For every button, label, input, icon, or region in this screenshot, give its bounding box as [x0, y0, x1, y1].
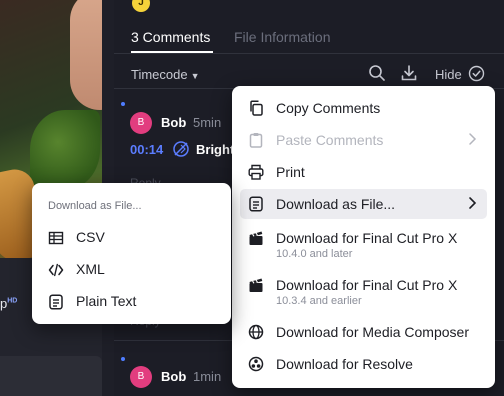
clapperboard-icon: [248, 277, 264, 293]
submenu-item-csv[interactable]: CSV: [40, 222, 223, 252]
clapperboard-icon: [248, 230, 264, 246]
code-icon: [48, 262, 64, 278]
menu-item-label: Download for Final Cut Pro X: [276, 230, 458, 246]
tab-comments[interactable]: 3 Comments: [131, 29, 210, 45]
submenu-item-label: XML: [76, 261, 105, 277]
submenu-item-plain-text[interactable]: Plain Text: [40, 286, 223, 316]
submenu-item-label: Plain Text: [76, 293, 137, 309]
hide-button[interactable]: Hide: [435, 67, 462, 82]
menu-item-download-as-file[interactable]: Download as File...: [240, 189, 487, 219]
menu-item-download-media-composer[interactable]: Download for Media Composer: [240, 317, 487, 347]
menu-item-download-fcpx-old[interactable]: Download for Final Cut Pro X 10.3.4 and …: [240, 270, 487, 314]
avatar: B: [130, 366, 152, 388]
comments-context-menu: Copy Comments Paste Comments Print Downl…: [232, 86, 495, 388]
comment-text: Bright: [196, 142, 235, 157]
video-frame-plant: [30, 110, 100, 190]
resolve-icon: [248, 356, 264, 372]
tabs-divider: [114, 53, 504, 54]
annotation-icon: [172, 140, 190, 163]
submenu-item-label: CSV: [76, 229, 105, 245]
menu-item-copy-comments[interactable]: Copy Comments: [240, 93, 487, 123]
hd-badge: HD: [7, 297, 18, 305]
menu-item-label: Print: [276, 164, 305, 180]
menu-item-label: Download as File...: [276, 196, 396, 212]
file-text-icon: [48, 294, 64, 310]
unread-dot: [121, 357, 125, 361]
menu-item-label: Copy Comments: [276, 100, 381, 116]
tab-file-information[interactable]: File Information: [234, 29, 330, 45]
file-text-icon: [248, 196, 264, 212]
printer-icon: [248, 164, 264, 180]
menu-item-paste-comments[interactable]: Paste Comments: [240, 125, 487, 155]
search-icon[interactable]: [368, 64, 386, 87]
table-icon: [48, 230, 64, 246]
menu-item-print[interactable]: Print: [240, 157, 487, 187]
menu-item-label: Paste Comments: [276, 132, 384, 148]
playback-quality[interactable]: pHD: [0, 296, 17, 311]
copy-icon: [248, 100, 264, 116]
left-bottom-card: [0, 356, 102, 396]
menu-item-sublabel: 10.3.4 and earlier: [276, 295, 362, 307]
unread-dot: [121, 102, 125, 106]
clipboard-icon: [248, 132, 264, 148]
chevron-down-icon: ▼: [190, 71, 200, 81]
comment-author: Bob: [161, 115, 187, 130]
menu-item-label: Download for Resolve: [276, 356, 413, 372]
comment-time: 1min: [193, 369, 222, 384]
video-frame-person: [70, 0, 102, 110]
comment-time: 5min: [193, 115, 222, 130]
menu-item-label: Download for Media Composer: [276, 324, 469, 340]
menu-item-download-resolve[interactable]: Download for Resolve: [240, 349, 487, 379]
check-circle-icon[interactable]: [468, 65, 485, 87]
comment-author: Bob: [161, 369, 187, 384]
submenu-item-xml[interactable]: XML: [40, 254, 223, 284]
submenu-title: Download as File...: [48, 200, 142, 212]
media-composer-icon: [248, 324, 264, 340]
sort-dropdown[interactable]: Timecode ▼: [131, 67, 200, 82]
avatar: B: [130, 112, 152, 134]
download-file-submenu: Download as File... CSV XML Plain Text: [32, 183, 231, 324]
menu-item-sublabel: 10.4.0 and later: [276, 248, 353, 260]
download-icon[interactable]: [400, 64, 418, 87]
chevron-right-icon: [467, 196, 477, 215]
chevron-right-icon: [467, 132, 477, 151]
menu-item-download-fcpx-new[interactable]: Download for Final Cut Pro X 10.4.0 and …: [240, 223, 487, 267]
menu-item-label: Download for Final Cut Pro X: [276, 277, 458, 293]
comment-timecode[interactable]: 00:14: [130, 142, 163, 157]
